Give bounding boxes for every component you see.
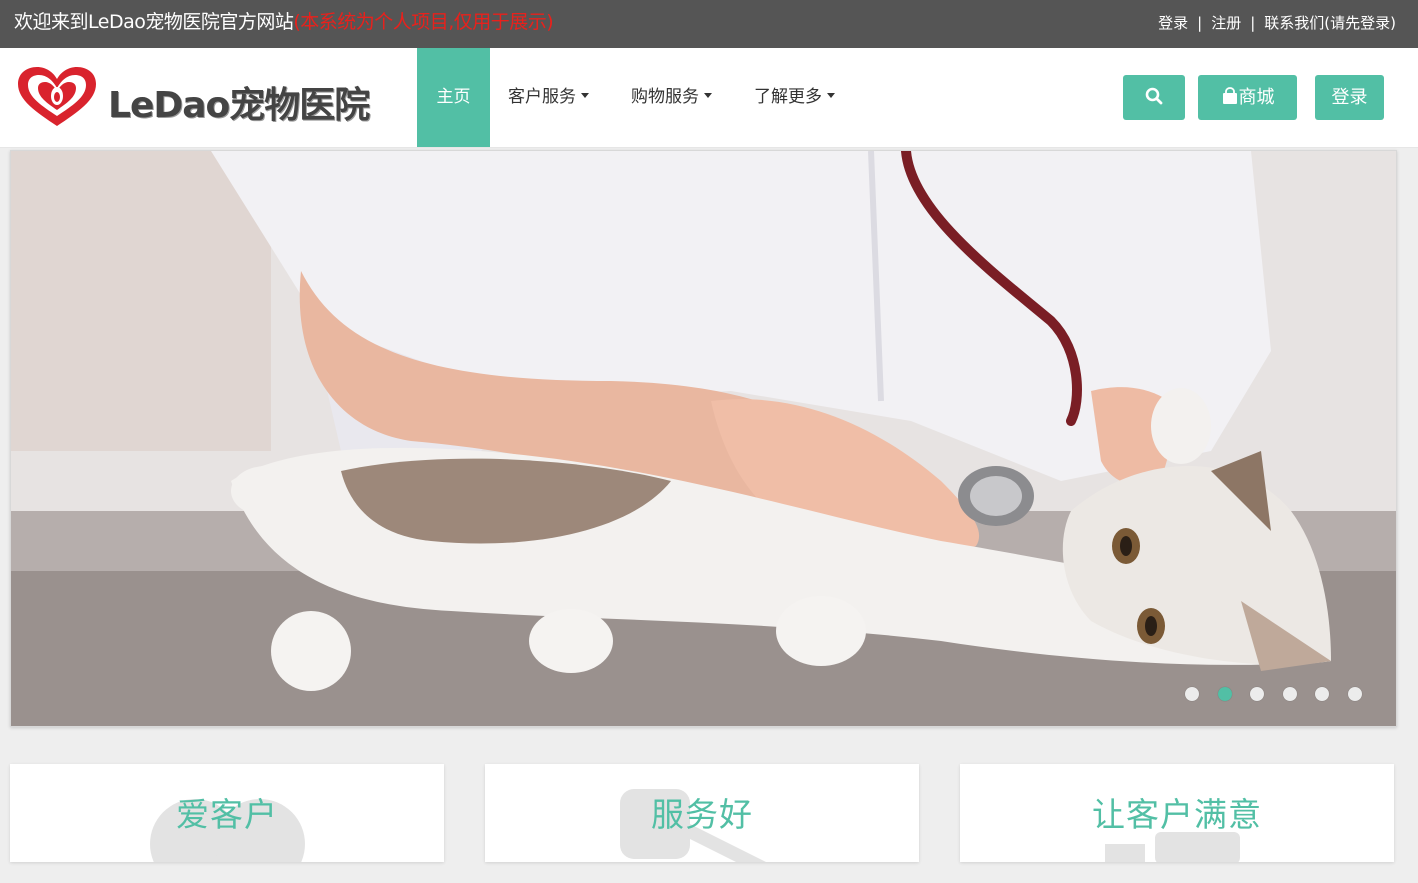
- top-links: 登录 | 注册 | 联系我们(请先登录): [1158, 13, 1396, 33]
- welcome-message: 欢迎来到LeDao宠物医院官方网站(本系统为个人项目,仅用于展示): [14, 10, 554, 34]
- feature-card-service: 服务好: [485, 764, 919, 862]
- nav-learn-more[interactable]: 了解更多: [754, 48, 835, 147]
- carousel-dot-2[interactable]: [1217, 687, 1232, 701]
- carousel-dot-6[interactable]: [1347, 687, 1362, 701]
- top-bar: 欢迎来到LeDao宠物医院官方网站(本系统为个人项目,仅用于展示) 登录 | 注册 |…: [0, 0, 1418, 48]
- hero-carousel[interactable]: [10, 150, 1397, 727]
- shopping-bag-icon: [1222, 87, 1237, 104]
- feature-card-love: 爱客户: [10, 764, 444, 862]
- top-register-link[interactable]: 注册: [1211, 14, 1241, 32]
- login-button[interactable]: 登录: [1315, 75, 1384, 120]
- search-button[interactable]: [1123, 75, 1185, 120]
- logo-text: LeDao宠物医院: [108, 85, 370, 126]
- feature-title: 让客户满意: [1092, 795, 1262, 834]
- nav-shopping-service-label: 购物服务: [631, 87, 699, 107]
- nav-home[interactable]: 主页: [417, 48, 490, 147]
- contact-us-link[interactable]: 联系我们(请先登录): [1264, 14, 1396, 32]
- carousel-dot-4[interactable]: [1282, 687, 1297, 701]
- nav-shopping-service[interactable]: 购物服务: [631, 48, 712, 147]
- nav-learn-more-label: 了解更多: [754, 87, 822, 107]
- nav-customer-service-label: 客户服务: [508, 87, 576, 107]
- carousel-dot-1[interactable]: [1185, 687, 1199, 701]
- site-logo[interactable]: LeDao宠物医院: [16, 66, 386, 130]
- caret-down-icon: [827, 92, 835, 98]
- welcome-text: 欢迎来到LeDao宠物医院官方网站: [14, 11, 294, 33]
- caret-down-icon: [581, 92, 589, 98]
- main-navbar: LeDao宠物医院 主页 客户服务 购物服务 了解更多 商城 登录: [0, 48, 1418, 148]
- top-login-link[interactable]: 登录: [1158, 14, 1188, 32]
- caret-down-icon: [704, 92, 712, 98]
- carousel-dot-3[interactable]: [1250, 687, 1264, 701]
- shop-button[interactable]: 商城: [1198, 75, 1297, 120]
- separator: |: [1250, 14, 1256, 32]
- carousel-dot-5[interactable]: [1315, 687, 1329, 701]
- feature-title: 爱客户: [176, 795, 278, 834]
- project-note: (本系统为个人项目,仅用于展示): [293, 11, 554, 33]
- separator: |: [1197, 14, 1203, 32]
- vet-cat-illustration: [11, 151, 1396, 726]
- shop-button-label: 商城: [1238, 87, 1275, 108]
- feature-title: 服务好: [651, 795, 753, 834]
- nav-customer-service[interactable]: 客户服务: [508, 48, 589, 147]
- heart-logo-icon: [18, 67, 96, 126]
- search-icon: [1145, 87, 1163, 105]
- carousel-indicators: [1185, 686, 1380, 702]
- feature-card-satisfaction: 让客户满意: [960, 764, 1394, 862]
